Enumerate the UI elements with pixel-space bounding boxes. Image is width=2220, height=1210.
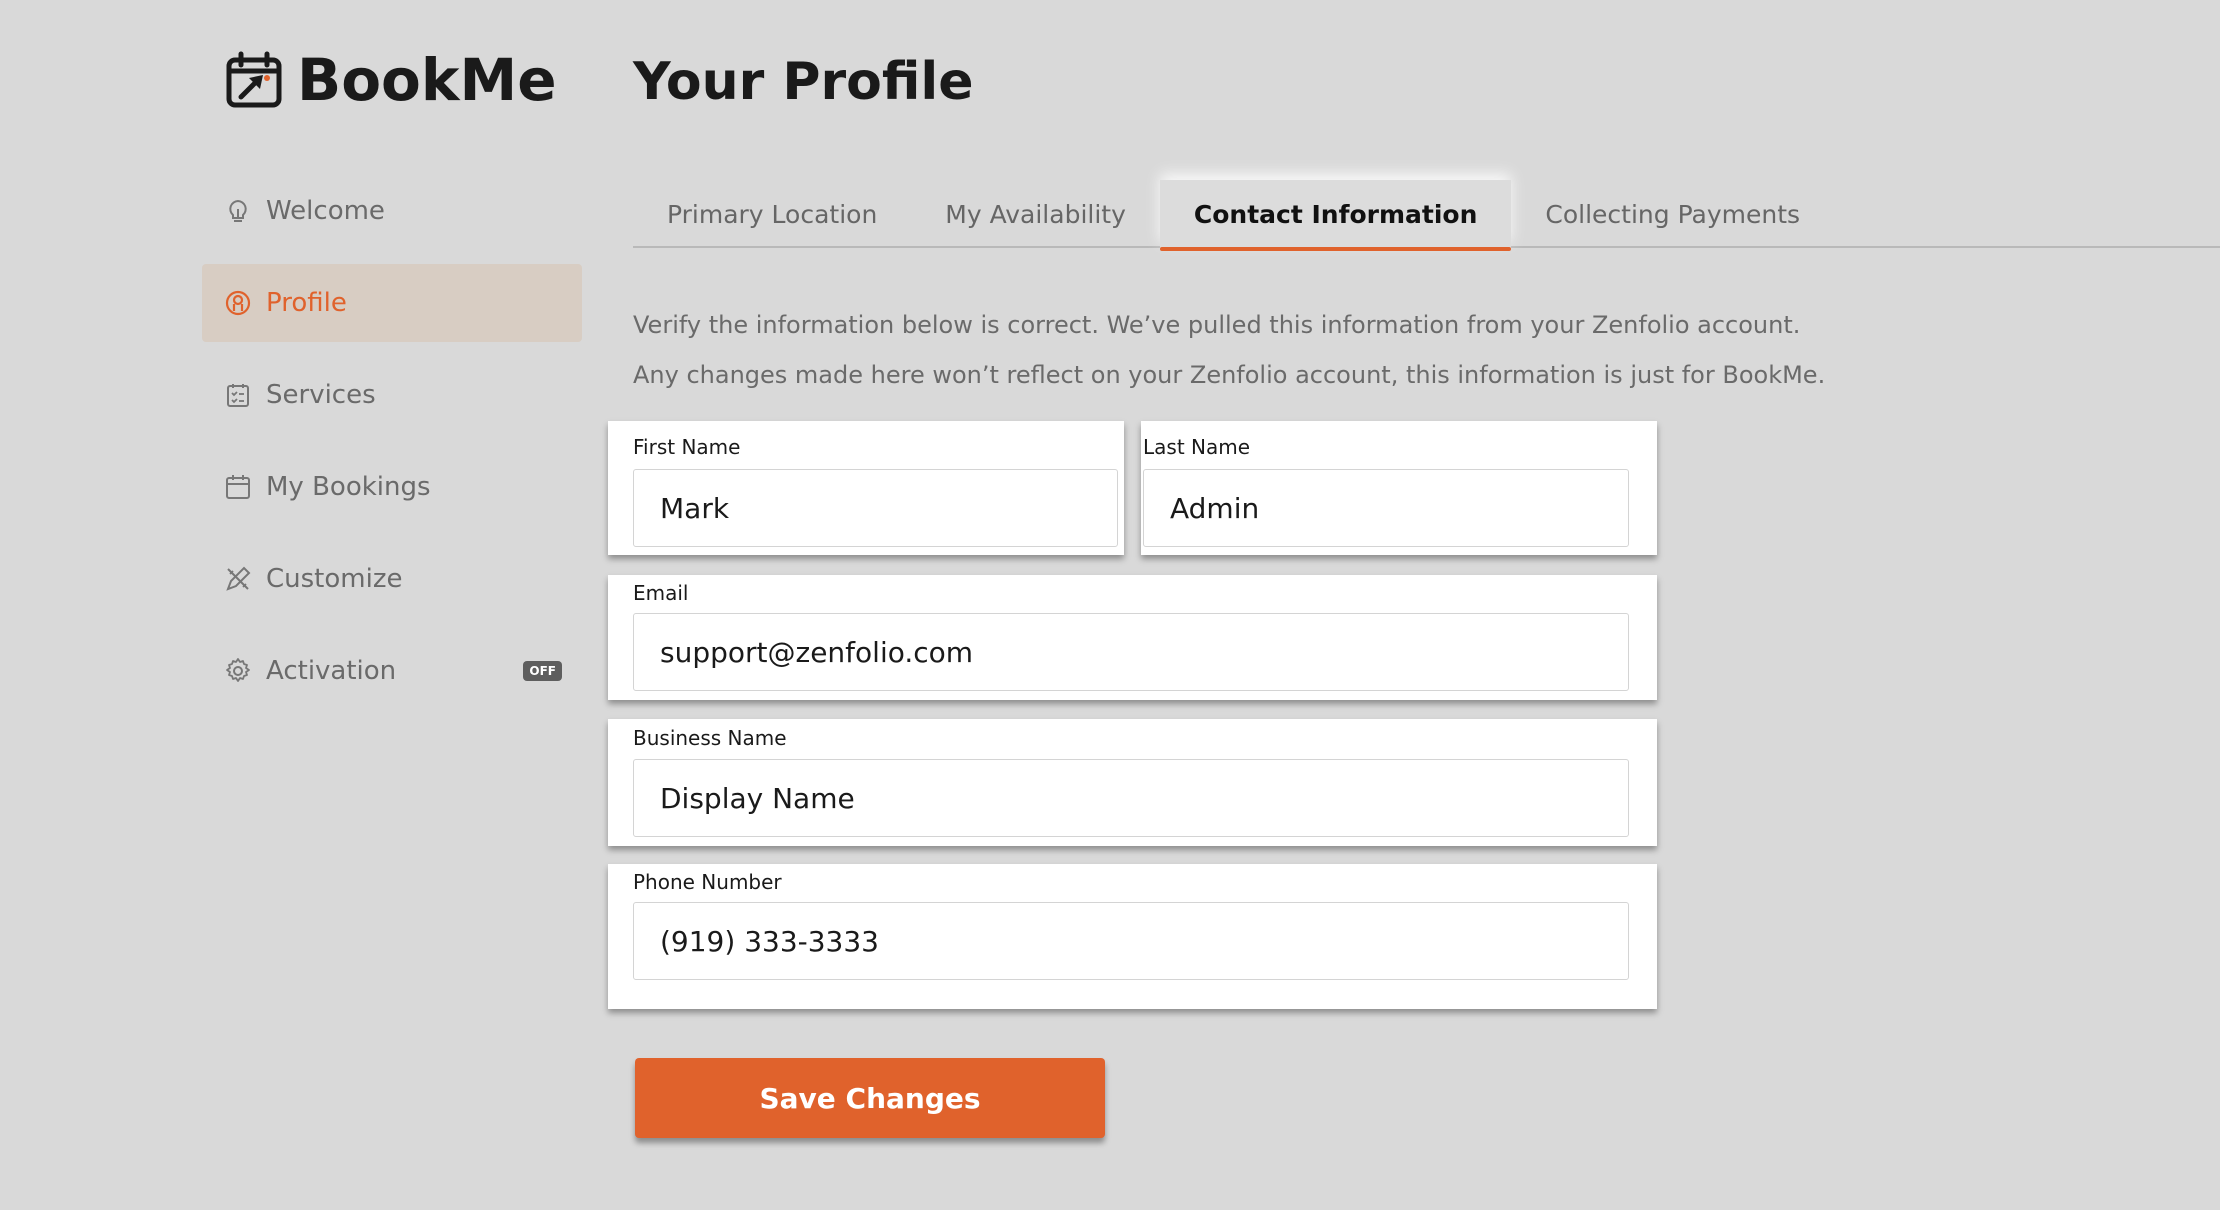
gear-icon (224, 657, 252, 685)
app-logo: BookMe (225, 46, 557, 114)
phone-number-label: Phone Number (633, 870, 782, 894)
business-name-field[interactable] (633, 759, 1629, 837)
sidebar-item-label: Profile (266, 288, 347, 318)
profile-tabs: Primary Location My Availability Contact… (633, 180, 2220, 251)
sidebar-item-label: Welcome (266, 196, 385, 226)
phone-number-field[interactable] (633, 902, 1629, 980)
sidebar-item-label: My Bookings (266, 472, 431, 502)
lightbulb-icon (224, 197, 252, 225)
sidebar-item-services[interactable]: Services (202, 356, 582, 434)
sidebar-nav: Welcome Profile Services My Bookings Cus… (202, 172, 582, 724)
business-name-label: Business Name (633, 726, 787, 750)
tab-my-availability[interactable]: My Availability (911, 180, 1160, 248)
last-name-label: Last Name (1143, 435, 1251, 459)
logo-text: BookMe (297, 46, 557, 114)
tab-primary-location[interactable]: Primary Location (633, 180, 911, 248)
checklist-icon (224, 381, 252, 409)
sidebar-item-label: Activation (266, 656, 397, 686)
save-changes-button[interactable]: Save Changes (635, 1058, 1105, 1138)
sidebar-item-label: Services (266, 380, 376, 410)
first-name-card: First Name (608, 421, 1124, 555)
user-circle-icon (224, 289, 252, 317)
page-title: Your Profile (633, 52, 974, 112)
status-badge: OFF (523, 661, 562, 681)
first-name-label: First Name (633, 435, 741, 459)
intro-text: Verify the information below is correct.… (633, 311, 1826, 389)
phone-number-card: Phone Number (608, 864, 1657, 1009)
email-card: Email (608, 575, 1657, 700)
pencil-ruler-icon (224, 565, 252, 593)
calendar-arrow-icon (225, 51, 283, 109)
sidebar-item-customize[interactable]: Customize (202, 540, 582, 618)
tab-collecting-payments[interactable]: Collecting Payments (1511, 180, 1834, 248)
tab-contact-information[interactable]: Contact Information (1159, 180, 1512, 251)
last-name-card: Last Name (1141, 421, 1657, 555)
sidebar-item-profile[interactable]: Profile (202, 264, 582, 342)
first-name-field[interactable] (633, 469, 1118, 547)
sidebar-item-welcome[interactable]: Welcome (202, 172, 582, 250)
calendar-icon (224, 473, 252, 501)
sidebar-item-activation[interactable]: Activation OFF (202, 632, 582, 710)
business-name-card: Business Name (608, 719, 1657, 846)
email-label: Email (633, 581, 689, 605)
last-name-field[interactable] (1143, 469, 1629, 547)
sidebar-item-label: Customize (266, 564, 403, 594)
email-field[interactable] (633, 613, 1629, 691)
sidebar-item-my-bookings[interactable]: My Bookings (202, 448, 582, 526)
